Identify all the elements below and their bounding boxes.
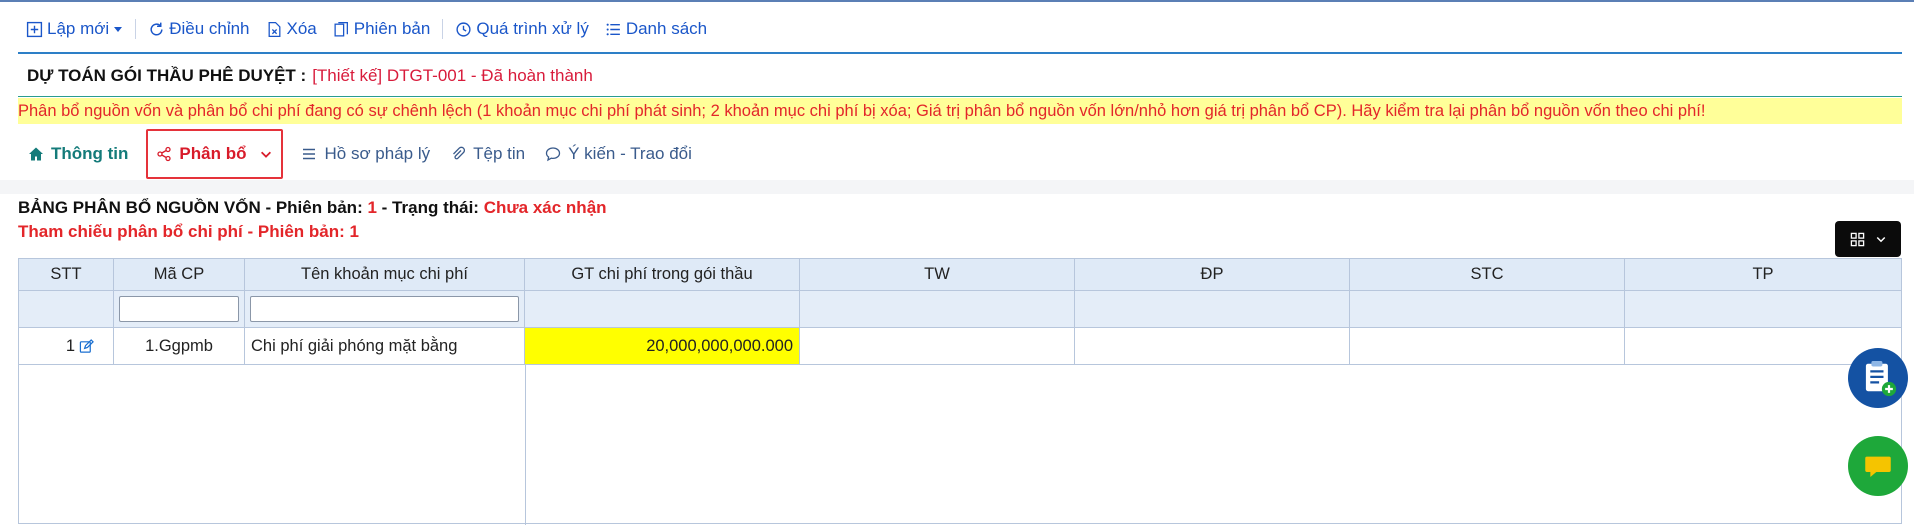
column-header-tp[interactable]: TP <box>1625 259 1901 291</box>
table-row[interactable]: 1 1.Ggpmb Chi phí giải phóng mặt bằng 20… <box>19 328 1901 365</box>
caret-down-icon <box>114 27 123 32</box>
page-title: DỰ TOÁN GÓI THẦU PHÊ DUYỆT : [Thiết kế] D… <box>27 66 593 86</box>
cell-stc[interactable] <box>1350 328 1625 365</box>
toolbar-divider <box>442 19 444 39</box>
add-task-floating-button[interactable] <box>1848 348 1908 408</box>
new-button[interactable]: Lập mới <box>18 19 131 39</box>
chevron-down-icon <box>1876 236 1885 243</box>
toolbar-divider-line <box>18 52 1902 54</box>
process-history-button[interactable]: Quá trình xử lý <box>447 19 596 39</box>
copy-icon <box>334 21 348 37</box>
column-header-dp[interactable]: ĐP <box>1075 259 1350 291</box>
tab-info-label: Thông tin <box>51 144 129 163</box>
version-label: Phiên bản <box>353 19 431 38</box>
page-title-text: DỰ TOÁN GÓI THẦU PHÊ DUYỆT : <box>27 66 307 85</box>
home-icon <box>29 147 43 161</box>
list-button[interactable]: Danh sách <box>597 19 715 39</box>
filter-ten-input[interactable] <box>250 296 519 322</box>
delete-label: Xóa <box>286 19 317 38</box>
header-divider <box>18 96 1902 97</box>
new-label: Lập mới <box>47 19 110 38</box>
tab-files-label: Tệp tin <box>473 144 526 163</box>
column-header-gt[interactable]: GT chi phí trong gói thầu <box>525 259 800 291</box>
tab-comments-label: Ý kiến - Trao đổi <box>568 144 692 163</box>
filter-ma-cp-input[interactable] <box>119 296 239 322</box>
filter-cell-gt <box>525 291 800 328</box>
top-border <box>0 0 1914 2</box>
filter-cell-dp <box>1075 291 1350 328</box>
column-header-ten[interactable]: Tên khoản mục chi phí <box>245 259 525 291</box>
column-header-stc[interactable]: STC <box>1350 259 1625 291</box>
filter-cell-stt <box>19 291 114 328</box>
table-frozen-divider <box>19 365 526 525</box>
tab-legal-documents[interactable]: Hồ sơ pháp lý <box>291 134 440 174</box>
tab-legal-label: Hồ sơ pháp lý <box>324 144 431 163</box>
filter-cell-stc <box>1350 291 1625 328</box>
column-header-tw[interactable]: TW <box>800 259 1075 291</box>
filter-cell-ten <box>245 291 525 328</box>
delete-button[interactable]: Xóa <box>258 19 325 39</box>
filter-cell-ma-cp <box>114 291 245 328</box>
filter-cell-tw <box>800 291 1075 328</box>
allocation-table: STT Mã CP Tên khoản mục chi phí GT chi p… <box>18 258 1902 525</box>
cell-ten: Chi phí giải phóng mặt bằng <box>245 328 525 365</box>
chat-floating-button[interactable] <box>1848 436 1908 496</box>
tab-allocation[interactable]: Phân bổ <box>146 129 284 179</box>
tab-content-separator <box>0 180 1914 194</box>
comment-icon <box>545 147 561 162</box>
refresh-icon <box>150 22 163 35</box>
clipboard-add-icon <box>1865 360 1897 397</box>
tab-comments[interactable]: Ý kiến - Trao đổi <box>535 134 702 174</box>
allocation-table-title: BẢNG PHÂN BỔ NGUỒN VỐN - Phiên bản: 1 - … <box>18 198 607 218</box>
cell-dp[interactable] <box>1075 328 1350 365</box>
filter-cell-tp <box>1625 291 1901 328</box>
delete-file-icon <box>268 21 280 37</box>
table-title-prefix: BẢNG PHÂN BỔ NGUỒN VỐN - Phiên bản: <box>18 198 363 217</box>
plus-square-icon <box>26 21 43 37</box>
document-status: [Thiết kế] DTGT-001 - Đã hoàn thành <box>312 66 593 85</box>
version-button[interactable]: Phiên bản <box>325 19 439 39</box>
table-filter-row <box>19 291 1901 328</box>
chat-icon <box>1865 456 1891 478</box>
process-label: Quá trình xử lý <box>476 19 589 38</box>
history-icon <box>456 21 471 37</box>
toolbar: Lập mới Điều chỉnh Xóa Phiên bản Quá trì… <box>18 12 1902 46</box>
tab-info[interactable]: Thông tin <box>18 134 138 174</box>
list-label: Danh sách <box>625 19 708 38</box>
adjust-button[interactable]: Điều chỉnh <box>140 19 257 39</box>
column-chooser-button[interactable] <box>1835 221 1901 257</box>
cell-gt: 20,000,000,000.000 <box>525 328 800 365</box>
cell-tw[interactable] <box>800 328 1075 365</box>
table-status: Chưa xác nhận <box>483 198 607 217</box>
warning-banner: Phân bổ nguồn vốn và phân bổ chi phí đan… <box>18 98 1902 124</box>
cell-ma-cp: 1.Ggpmb <box>114 328 245 365</box>
column-header-ma-cp[interactable]: Mã CP <box>114 259 245 291</box>
edit-icon[interactable] <box>79 338 95 354</box>
tab-allocation-label: Phân bổ <box>179 144 247 163</box>
adjust-label: Điều chỉnh <box>169 19 250 38</box>
row-number: 1 <box>65 336 76 355</box>
table-header-row: STT Mã CP Tên khoản mục chi phí GT chi p… <box>19 259 1901 291</box>
cell-stt: 1 <box>19 328 114 365</box>
table-status-prefix: - Trạng thái: <box>381 198 479 217</box>
table-version: 1 <box>367 198 377 217</box>
toolbar-divider <box>135 19 137 39</box>
paperclip-icon <box>453 146 466 160</box>
share-icon <box>157 146 172 162</box>
tab-bar: Thông tin Phân bổ Hồ sơ pháp lý Tệp tin … <box>18 129 702 179</box>
list-icon <box>606 23 620 35</box>
column-header-stt[interactable]: STT <box>19 259 114 291</box>
cost-allocation-reference: Tham chiếu phân bổ chi phí - Phiên bản: … <box>18 222 359 241</box>
list-icon <box>303 148 316 160</box>
grid-icon <box>1850 232 1864 246</box>
chevron-down-icon <box>261 151 272 158</box>
tab-files[interactable]: Tệp tin <box>440 134 535 174</box>
